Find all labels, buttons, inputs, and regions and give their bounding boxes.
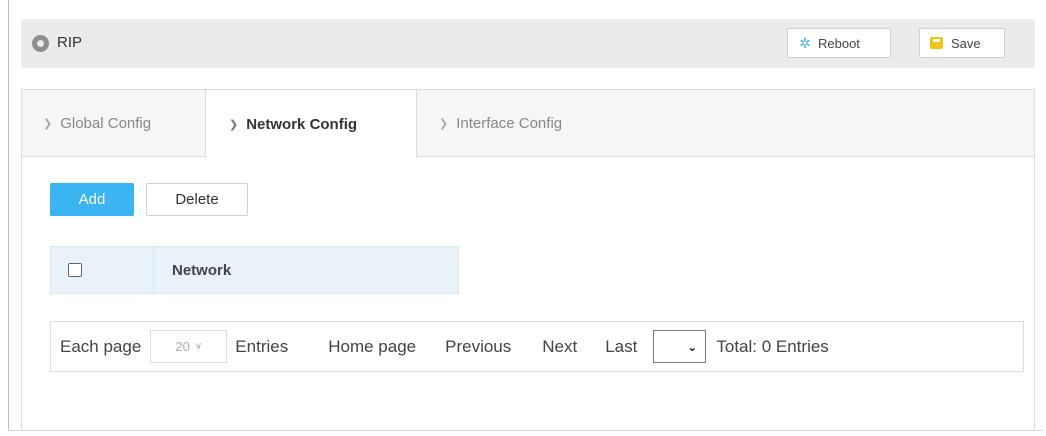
- select-all-checkbox[interactable]: [68, 263, 82, 277]
- tab-arrow-icon: ❯: [43, 118, 53, 130]
- config-panel: ❯ Global Config ❯ Network Config ❯ Inter…: [21, 89, 1035, 431]
- network-table-header: Network: [50, 246, 459, 294]
- tab-bar: ❯ Global Config ❯ Network Config ❯ Inter…: [22, 90, 1034, 158]
- chevron-down-icon: ∨: [194, 341, 203, 352]
- tab-arrow-icon: ❯: [439, 118, 449, 130]
- pagination-bar: Each page 20 ∨ Entries Home page Previou…: [50, 321, 1024, 372]
- tab-interface-config[interactable]: ❯ Interface Config: [435, 90, 635, 157]
- location-pin-icon: [32, 35, 49, 52]
- page-number-select[interactable]: ⌄: [653, 330, 707, 363]
- column-header-network: Network: [172, 261, 232, 279]
- page-size-value: 20: [175, 339, 190, 354]
- last-page-link[interactable]: Last: [605, 337, 637, 357]
- page-size-select[interactable]: 20 ∨: [150, 330, 228, 363]
- tab-arrow-icon: ❯: [229, 118, 239, 131]
- chevron-down-icon: ⌄: [687, 339, 698, 354]
- save-icon: [930, 37, 943, 49]
- each-page-label: Each page: [60, 336, 142, 356]
- home-page-link[interactable]: Home page: [328, 337, 416, 357]
- previous-page-link[interactable]: Previous: [445, 337, 511, 357]
- entries-label: Entries: [235, 336, 289, 356]
- page-title: RIP: [57, 34, 83, 51]
- total-entries-label: Total: 0 Entries: [716, 336, 829, 356]
- reboot-button[interactable]: ✲ Reboot: [787, 28, 891, 58]
- tab-label: Network Config: [246, 115, 358, 133]
- save-button[interactable]: Save: [919, 28, 1005, 58]
- reboot-label: Reboot: [818, 35, 860, 51]
- select-all-cell: [51, 247, 154, 293]
- delete-button[interactable]: Delete: [146, 183, 248, 216]
- next-page-link[interactable]: Next: [542, 337, 577, 357]
- tab-label: Interface Config: [456, 115, 563, 132]
- tab-network-config[interactable]: ❯ Network Config: [205, 90, 417, 158]
- add-button[interactable]: Add: [50, 183, 134, 216]
- content-frame: RIP ✲ Reboot Save ❯ Global Config ❯ Netw…: [8, 0, 1044, 431]
- spinner-icon: ✲: [799, 35, 811, 51]
- tab-global-config[interactable]: ❯ Global Config: [22, 90, 205, 157]
- title-bar: RIP ✲ Reboot Save: [21, 19, 1035, 68]
- tab-label: Global Config: [60, 115, 152, 132]
- save-label: Save: [951, 35, 981, 51]
